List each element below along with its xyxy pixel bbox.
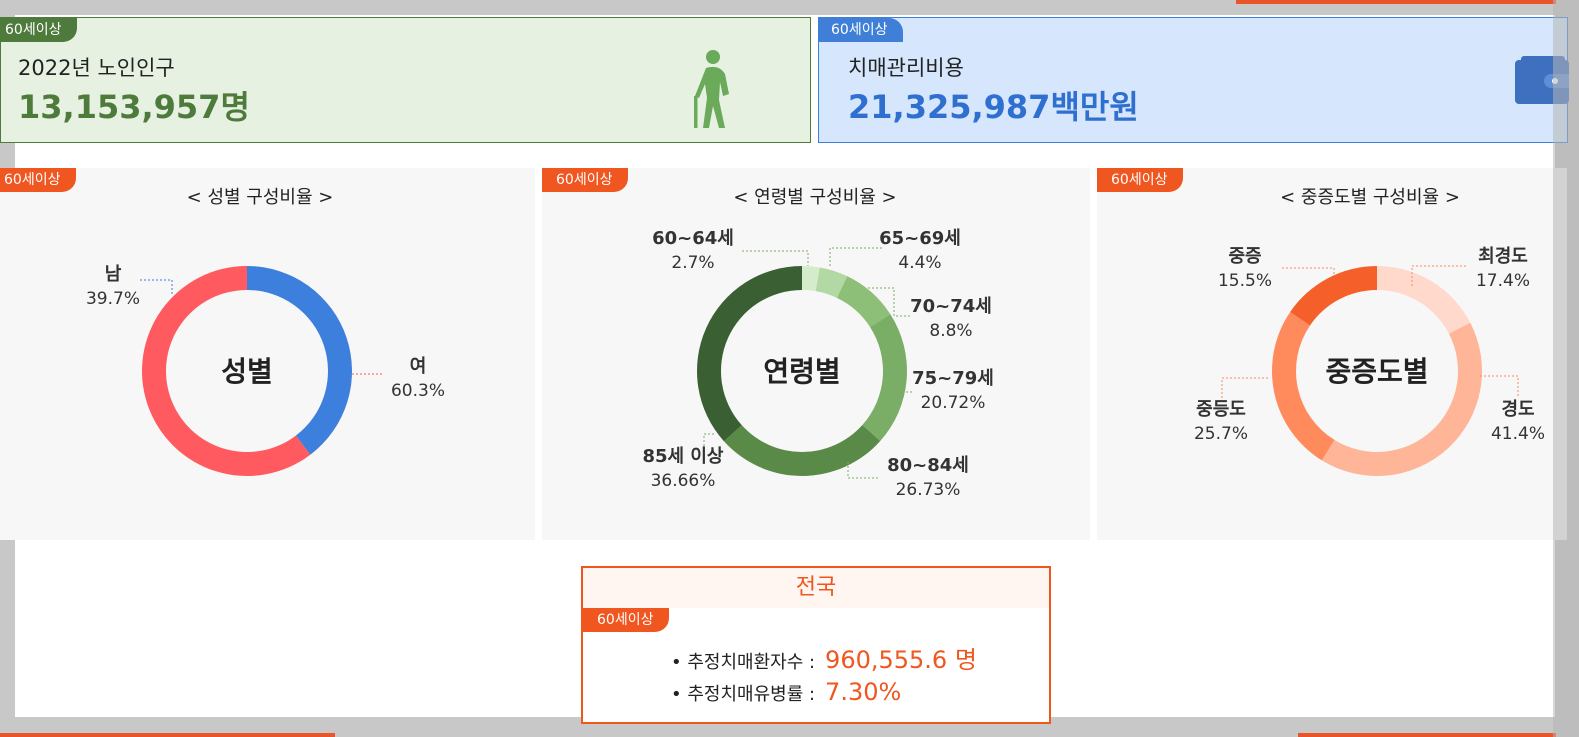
donut-slice — [1290, 266, 1377, 326]
category-label: 중증 — [1228, 246, 1261, 267]
category-label: 85세 이상 — [643, 446, 724, 467]
value-label: 26.73% — [896, 480, 961, 500]
category-label: 65~69세 — [879, 228, 961, 249]
donut-slice — [697, 266, 802, 442]
donut-slice — [723, 425, 881, 477]
leader-line — [742, 250, 809, 266]
category-label: 경도 — [1501, 399, 1534, 420]
donut-center-label: 중증도별 — [1325, 355, 1428, 388]
category-label: 남 — [105, 264, 122, 285]
donut-center-label: 연령별 — [763, 355, 840, 388]
donut-slice — [1321, 322, 1482, 476]
age-tag: 60세이상 — [583, 608, 670, 632]
donut-slice — [1377, 266, 1471, 334]
dashboard: 60세이상 2022년 노인인구 13,153,957명 60세이상 치매관리비… — [0, 0, 1579, 737]
leader-line — [1221, 377, 1270, 398]
category-label: 80~84세 — [887, 455, 969, 476]
national-title: 전국 — [583, 568, 1049, 608]
category-label: 여 — [410, 356, 427, 377]
prevalence-value: 7.30% — [825, 678, 902, 706]
value-label: 25.7% — [1194, 424, 1248, 444]
leader-line — [847, 462, 878, 479]
value-label: 60.3% — [391, 381, 445, 401]
leader-line — [1282, 267, 1335, 276]
donut-center-label: 성별 — [221, 355, 273, 388]
value-label: 36.66% — [651, 471, 716, 491]
category-label: 중등도 — [1196, 399, 1246, 420]
estimated-patients-label: • 추정치매환자수 : — [671, 652, 816, 673]
prevalence-row: • 추정치매유병률 : 7.30% — [671, 678, 901, 706]
value-label: 41.4% — [1491, 424, 1545, 444]
value-label: 15.5% — [1218, 271, 1272, 291]
prevalence-label: • 추정치매유병률 : — [671, 684, 816, 705]
leader-line — [140, 279, 173, 296]
estimated-patients-value: 960,555.6 명 — [825, 646, 977, 674]
donut-slice — [862, 314, 908, 442]
category-label: 60~64세 — [652, 228, 734, 249]
national-summary-box: 전국 60세이상 • 추정치매환자수 : 960,555.6 명 • 추정치매유병… — [581, 566, 1051, 724]
category-label: 75~79세 — [912, 368, 994, 389]
value-label: 39.7% — [86, 289, 140, 309]
value-label: 4.4% — [898, 253, 941, 273]
bottom-accent-bar — [1298, 733, 1556, 737]
bottom-accent-bar — [0, 733, 335, 737]
category-label: 최경도 — [1478, 246, 1528, 267]
leader-line — [703, 433, 714, 446]
leader-line — [1480, 375, 1519, 396]
leader-line — [829, 247, 882, 268]
category-label: 70~74세 — [910, 296, 992, 317]
value-label: 2.7% — [671, 253, 714, 273]
scroll-overlay — [1553, 0, 1579, 737]
value-label: 20.72% — [921, 393, 986, 413]
value-label: 8.8% — [929, 321, 972, 341]
value-label: 17.4% — [1476, 271, 1530, 291]
estimated-patients-row: • 추정치매환자수 : 960,555.6 명 — [671, 640, 977, 675]
